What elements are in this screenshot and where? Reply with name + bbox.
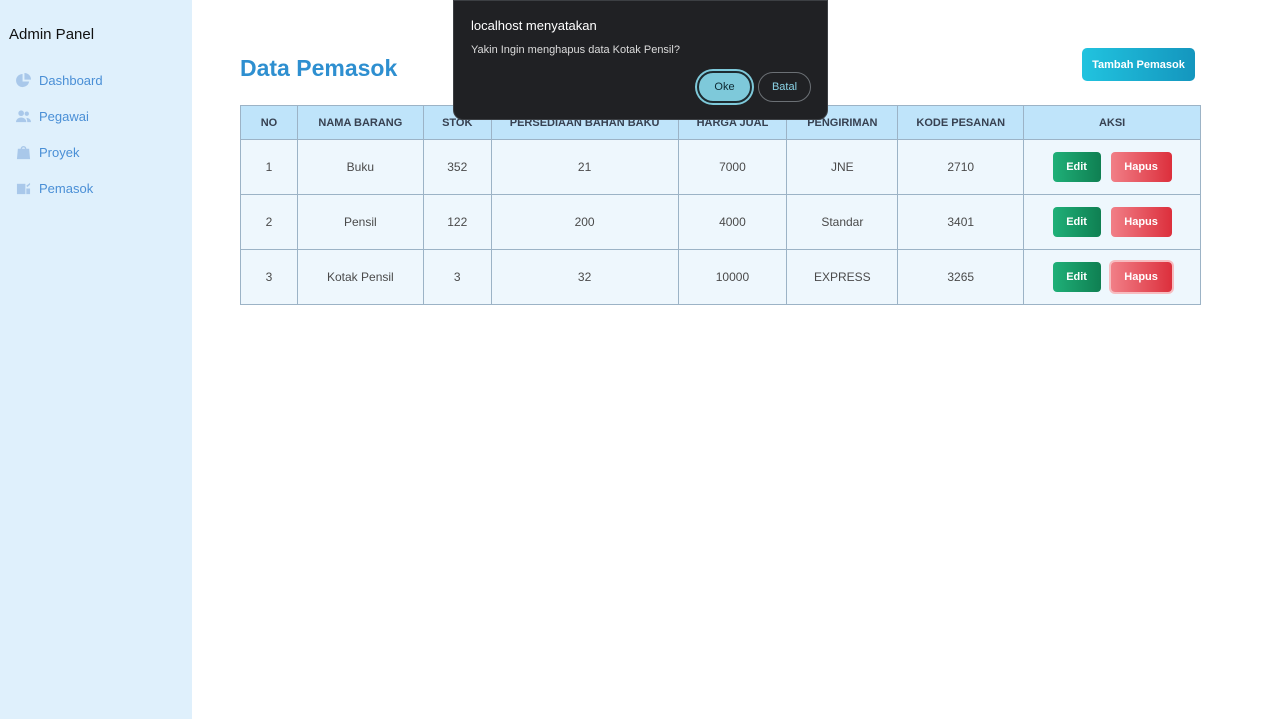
edit-button[interactable]: Edit [1052, 262, 1101, 292]
sidebar-nav: Dashboard Pegawai Proyek Pemasok [15, 62, 103, 206]
actions-cell: Edit Hapus [1023, 249, 1201, 305]
table-cell: 3265 [897, 249, 1025, 305]
chart-pie-icon [15, 72, 31, 88]
table-cell: 32 [490, 249, 679, 305]
table-cell: 4000 [677, 194, 788, 250]
dialog-title: localhost menyatakan [471, 18, 597, 33]
sidebar-item-proyek[interactable]: Proyek [15, 134, 103, 170]
actions-cell: Edit Hapus [1023, 139, 1201, 195]
table-cell: Pensil [296, 194, 424, 250]
table-cell: 1 [240, 139, 298, 195]
table-cell: 7000 [677, 139, 788, 195]
actions-cell: Edit Hapus [1023, 194, 1201, 250]
table-cell: 3401 [897, 194, 1025, 250]
table-cell: 3 [240, 249, 298, 305]
sidebar-item-pemasok[interactable]: Pemasok [15, 170, 103, 206]
delete-button[interactable]: Hapus [1110, 262, 1172, 292]
supplier-icon [15, 180, 31, 196]
table-cell: JNE [786, 139, 899, 195]
ok-button[interactable]: Oke [697, 71, 752, 103]
sidebar-title: Admin Panel [9, 26, 95, 43]
sidebar-item-pegawai[interactable]: Pegawai [15, 98, 103, 134]
table-cell: 122 [422, 194, 492, 250]
table-row: 3 Kotak Pensil 3 32 10000 EXPRESS 3265 E… [240, 249, 1201, 305]
dialog-message: Yakin Ingin menghapus data Kotak Pensil? [471, 44, 680, 56]
sidebar-item-label: Pegawai [39, 108, 89, 124]
column-header: KODE PESANAN [897, 105, 1025, 140]
edit-button[interactable]: Edit [1052, 207, 1101, 237]
confirm-dialog: localhost menyatakan Yakin Ingin menghap… [453, 0, 828, 120]
edit-button[interactable]: Edit [1052, 152, 1101, 182]
table-cell: 2710 [897, 139, 1025, 195]
bag-icon [15, 144, 31, 160]
supplier-table: NO NAMA BARANG STOK PERSEDIAAN BAHAN BAK… [240, 105, 1201, 305]
delete-button[interactable]: Hapus [1110, 152, 1172, 182]
table-row: 1 Buku 352 21 7000 JNE 2710 Edit Hapus [240, 139, 1201, 195]
table-cell: Kotak Pensil [296, 249, 424, 305]
column-header: NO [240, 105, 298, 140]
table-cell: 10000 [677, 249, 788, 305]
sidebar: Admin Panel Dashboard Pegawai Proyek Pem… [0, 0, 192, 719]
users-icon [15, 108, 31, 124]
table-row: 2 Pensil 122 200 4000 Standar 3401 Edit H… [240, 194, 1201, 250]
table-cell: 2 [240, 194, 298, 250]
column-header: AKSI [1023, 105, 1201, 140]
sidebar-item-dashboard[interactable]: Dashboard [15, 62, 103, 98]
table-cell: 200 [490, 194, 679, 250]
sidebar-item-label: Proyek [39, 144, 80, 160]
cancel-button[interactable]: Batal [758, 72, 811, 102]
table-cell: EXPRESS [786, 249, 899, 305]
page-title: Data Pemasok [240, 55, 398, 81]
table-cell: Buku [296, 139, 424, 195]
table-cell: Standar [786, 194, 899, 250]
sidebar-item-label: Pemasok [39, 180, 94, 196]
table-cell: 3 [422, 249, 492, 305]
column-header: NAMA BARANG [296, 105, 424, 140]
delete-button[interactable]: Hapus [1110, 207, 1172, 237]
add-supplier-button[interactable]: Tambah Pemasok [1082, 48, 1195, 81]
sidebar-item-label: Dashboard [39, 72, 103, 88]
table-cell: 352 [422, 139, 492, 195]
table-cell: 21 [490, 139, 679, 195]
